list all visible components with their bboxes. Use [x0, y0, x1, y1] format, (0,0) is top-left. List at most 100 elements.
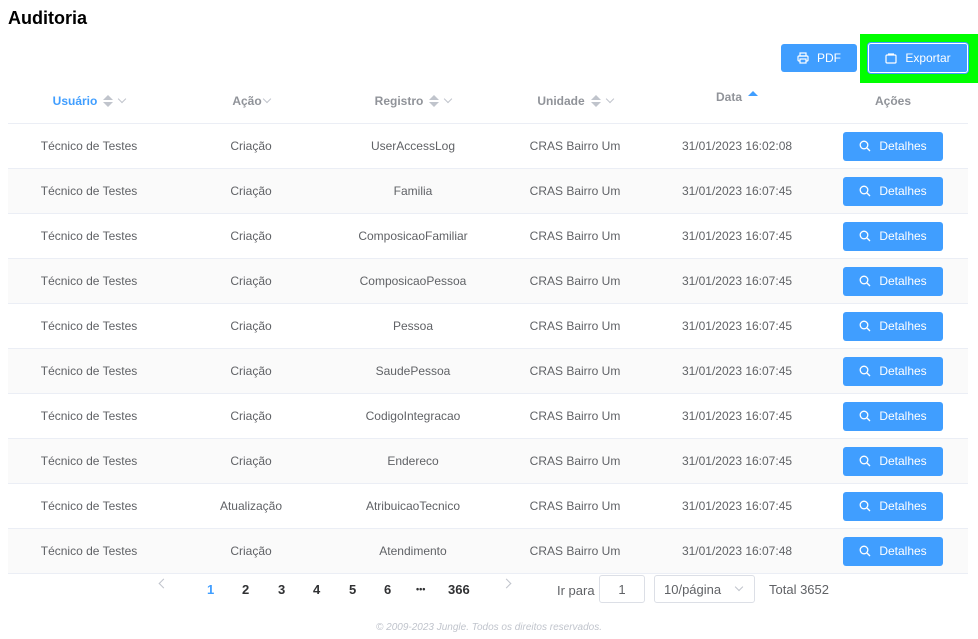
cell-registro: SaudePessoa [375, 364, 451, 378]
cell-usuario: Técnico de Testes [40, 409, 138, 423]
search-icon [859, 365, 871, 377]
page-last[interactable]: 366 [448, 582, 470, 597]
details-button[interactable]: Detalhes [843, 221, 943, 251]
details-button-label: Detalhes [879, 499, 927, 513]
search-icon [859, 275, 871, 287]
search-icon [859, 320, 871, 332]
cell-usuario: Técnico de Testes [40, 544, 138, 558]
column-registro-label: Registro [374, 93, 424, 108]
search-icon [859, 140, 871, 152]
chevron-down-icon[interactable] [262, 94, 271, 104]
details-button[interactable]: Detalhes [843, 536, 943, 566]
column-data[interactable]: Data [656, 78, 818, 123]
cell-acao: Criação [230, 139, 272, 153]
cell-acoes: Detalhes [818, 304, 968, 348]
cell-data: 31/01/2023 16:07:45 [681, 499, 793, 513]
cell-registro: Endereco [387, 454, 439, 468]
cell-registro: Familia [393, 184, 433, 198]
sort-icon[interactable] [429, 94, 440, 107]
page-2[interactable]: 2 [242, 582, 249, 597]
details-button-label: Detalhes [879, 229, 927, 243]
cell-unidade: CRAS Bairro Um [529, 184, 621, 198]
table-row: Técnico de Testes Criação Atendimento CRAS … [8, 529, 968, 574]
page-size-select[interactable]: 10/página [654, 575, 755, 603]
cell-unidade: CRAS Bairro Um [529, 544, 621, 558]
page-5[interactable]: 5 [349, 582, 356, 597]
page-4[interactable]: 4 [313, 582, 320, 597]
details-button[interactable]: Detalhes [843, 176, 943, 206]
printer-icon [797, 52, 809, 64]
prev-page-icon[interactable] [158, 578, 169, 589]
details-button[interactable]: Detalhes [843, 311, 943, 341]
details-button[interactable]: Detalhes [843, 356, 943, 386]
cell-registro: UserAccessLog [370, 139, 456, 153]
pdf-button[interactable]: PDF [781, 44, 857, 72]
cell-data: 31/01/2023 16:07:45 [681, 409, 793, 423]
next-page-icon[interactable] [501, 578, 512, 589]
total-count: Total 3652 [769, 582, 829, 597]
cell-data: 31/01/2023 16:07:45 [681, 364, 793, 378]
details-button[interactable]: Detalhes [843, 491, 943, 521]
cell-acao: Criação [230, 454, 272, 468]
table-row: Técnico de Testes Criação ComposicaoFamili… [8, 214, 968, 259]
column-unidade[interactable]: Unidade [494, 78, 656, 123]
chevron-down-icon[interactable] [444, 94, 453, 104]
details-button-label: Detalhes [879, 274, 927, 288]
window-icon [885, 52, 897, 64]
details-button-label: Detalhes [879, 139, 927, 153]
details-button[interactable]: Detalhes [843, 446, 943, 476]
cell-acoes: Detalhes [818, 259, 968, 303]
table-row: Técnico de Testes Criação ComposicaoPessoa… [8, 259, 968, 304]
column-usuario[interactable]: Usuário [8, 78, 170, 123]
cell-data: 31/01/2023 16:07:45 [681, 274, 793, 288]
search-icon [859, 410, 871, 422]
sort-icon[interactable] [590, 94, 601, 107]
sort-icon[interactable] [103, 94, 114, 107]
cell-usuario: Técnico de Testes [40, 139, 138, 153]
cell-data: 31/01/2023 16:07:45 [681, 184, 793, 198]
details-button-label: Detalhes [879, 364, 927, 378]
cell-usuario: Técnico de Testes [40, 454, 138, 468]
table-row: Técnico de Testes Criação Pessoa CRAS Bairr… [8, 304, 968, 349]
table-row: Técnico de Testes Criação Familia CRAS Bair… [8, 169, 968, 214]
cell-acao: Atualização [219, 499, 283, 513]
goto-input[interactable] [599, 575, 645, 603]
cell-registro: ComposicaoFamiliar [358, 229, 468, 243]
column-unidade-label: Unidade [537, 93, 585, 108]
cell-data: 31/01/2023 16:07:45 [681, 229, 793, 243]
goto-label: Ir para [557, 583, 595, 598]
cell-data: 31/01/2023 16:02:08 [681, 139, 793, 153]
page-ellipsis[interactable]: ••• [416, 584, 425, 594]
page-3[interactable]: 3 [278, 582, 285, 597]
cell-data: 31/01/2023 16:07:45 [681, 454, 793, 468]
pagination: 1 2 3 4 5 6 ••• 366 Ir para 10/página To… [0, 574, 978, 606]
cell-acoes: Detalhes [818, 484, 968, 528]
column-acao[interactable]: Ação [170, 78, 332, 123]
chevron-down-icon[interactable] [118, 94, 127, 104]
export-button[interactable]: Exportar [868, 43, 968, 73]
details-button[interactable]: Detalhes [843, 131, 943, 161]
details-button-label: Detalhes [879, 319, 927, 333]
column-usuario-label: Usuário [52, 93, 98, 108]
details-button[interactable]: Detalhes [843, 266, 943, 296]
cell-usuario: Técnico de Testes [40, 274, 138, 288]
table-row: Técnico de Testes Criação Endereco CRAS Bai… [8, 439, 968, 484]
cell-usuario: Técnico de Testes [40, 229, 138, 243]
column-acao-label: Ação [232, 93, 262, 108]
sort-ascending-icon[interactable] [748, 91, 758, 96]
column-acoes: Ações [818, 78, 968, 123]
details-button-label: Detalhes [879, 409, 927, 423]
cell-acao: Criação [230, 274, 272, 288]
cell-usuario: Técnico de Testes [40, 319, 138, 333]
search-icon [859, 545, 871, 557]
table-row: Técnico de Testes Criação CodigoIntegracao… [8, 394, 968, 439]
page-6[interactable]: 6 [384, 582, 391, 597]
column-registro[interactable]: Registro [332, 78, 494, 123]
details-button[interactable]: Detalhes [843, 401, 943, 431]
export-button-label: Exportar [905, 51, 951, 65]
page-1[interactable]: 1 [207, 582, 214, 597]
cell-registro: ComposicaoPessoa [359, 274, 467, 288]
cell-acoes: Detalhes [818, 529, 968, 573]
cell-unidade: CRAS Bairro Um [529, 229, 621, 243]
chevron-down-icon[interactable] [605, 94, 614, 104]
